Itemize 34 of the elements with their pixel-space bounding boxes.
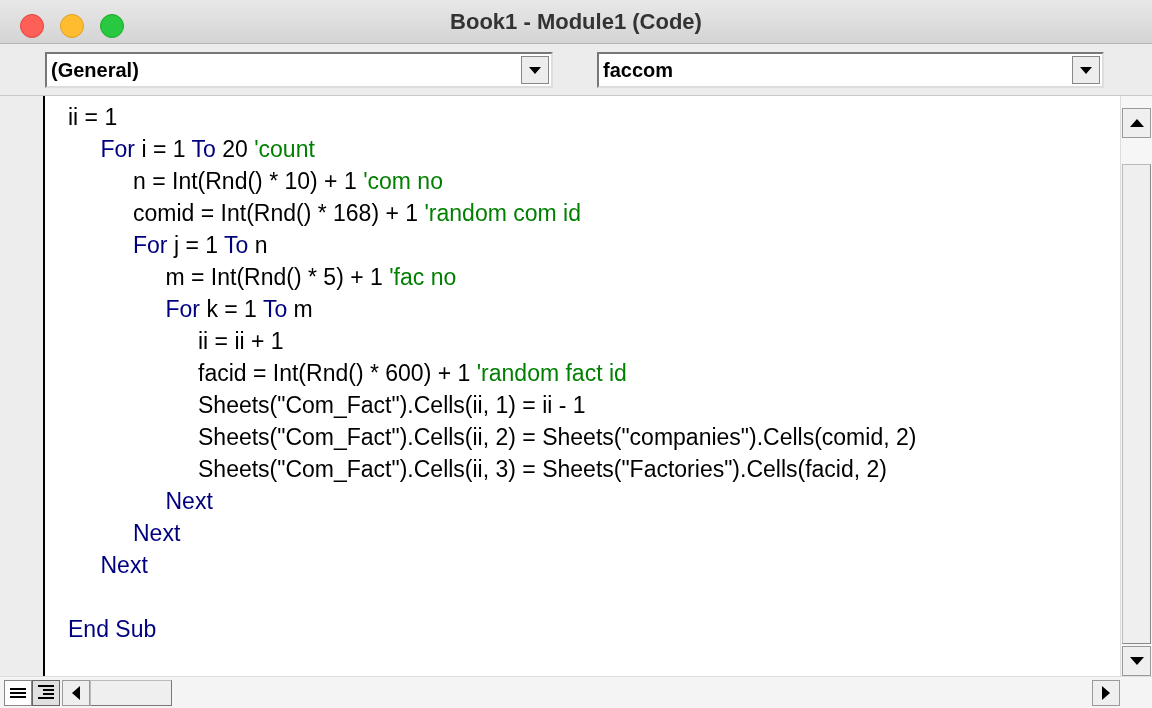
horizontal-scroll-thumb[interactable] (90, 679, 172, 706)
code-line: Sheets("Com_Fact").Cells(ii, 2) = Sheets("companies").Cells(comid, 2) (198, 424, 917, 450)
code-line: For j = 1 To n (133, 232, 268, 258)
code-line: ii = ii + 1 (198, 328, 284, 354)
right-arrow-icon (1102, 685, 1110, 700)
down-arrow-icon (1129, 657, 1144, 665)
scroll-left-button[interactable] (62, 679, 90, 706)
up-arrow-icon (1129, 119, 1144, 127)
scroll-right-button[interactable] (1092, 679, 1120, 706)
object-dropdown[interactable]: (General) (45, 51, 553, 88)
scroll-down-button[interactable] (1122, 646, 1151, 676)
code-line: End Sub (68, 616, 157, 642)
scroll-up-button[interactable] (1122, 108, 1151, 138)
close-button[interactable] (20, 14, 44, 38)
code-line: comid = Int(Rnd() * 168) + 1 'random com id (133, 200, 581, 226)
window-title: Book1 - Module1 (Code) (450, 8, 702, 36)
procedure-dropdown[interactable]: faccom (597, 51, 1104, 88)
full-module-view-button[interactable] (32, 679, 60, 706)
code-line: n = Int(Rnd() * 10) + 1 'com no (133, 168, 443, 194)
code-line: m = Int(Rnd() * 5) + 1 'fac no (165, 264, 457, 290)
code-line: Sheets("Com_Fact").Cells(ii, 3) = Sheets("Factories").Cells(facid, 2) (198, 456, 887, 482)
full-module-view-icon (37, 683, 55, 702)
code-line: Next (165, 488, 213, 514)
code-line: ii = 1 (68, 104, 118, 130)
code-line: facid = Int(Rnd() * 600) + 1 'random fact id (198, 360, 627, 386)
vertical-scroll-thumb[interactable] (1122, 164, 1151, 644)
left-arrow-icon (72, 685, 80, 700)
code-line: For k = 1 To m (165, 296, 313, 322)
code-line: Next (100, 552, 148, 578)
code-line: For i = 1 To 20 'count (100, 136, 315, 162)
code-line: Sheets("Com_Fact").Cells(ii, 1) = ii - 1 (198, 392, 586, 418)
procedure-view-button[interactable] (4, 679, 32, 706)
code-line: Next (133, 520, 181, 546)
procedure-view-icon (9, 685, 27, 700)
